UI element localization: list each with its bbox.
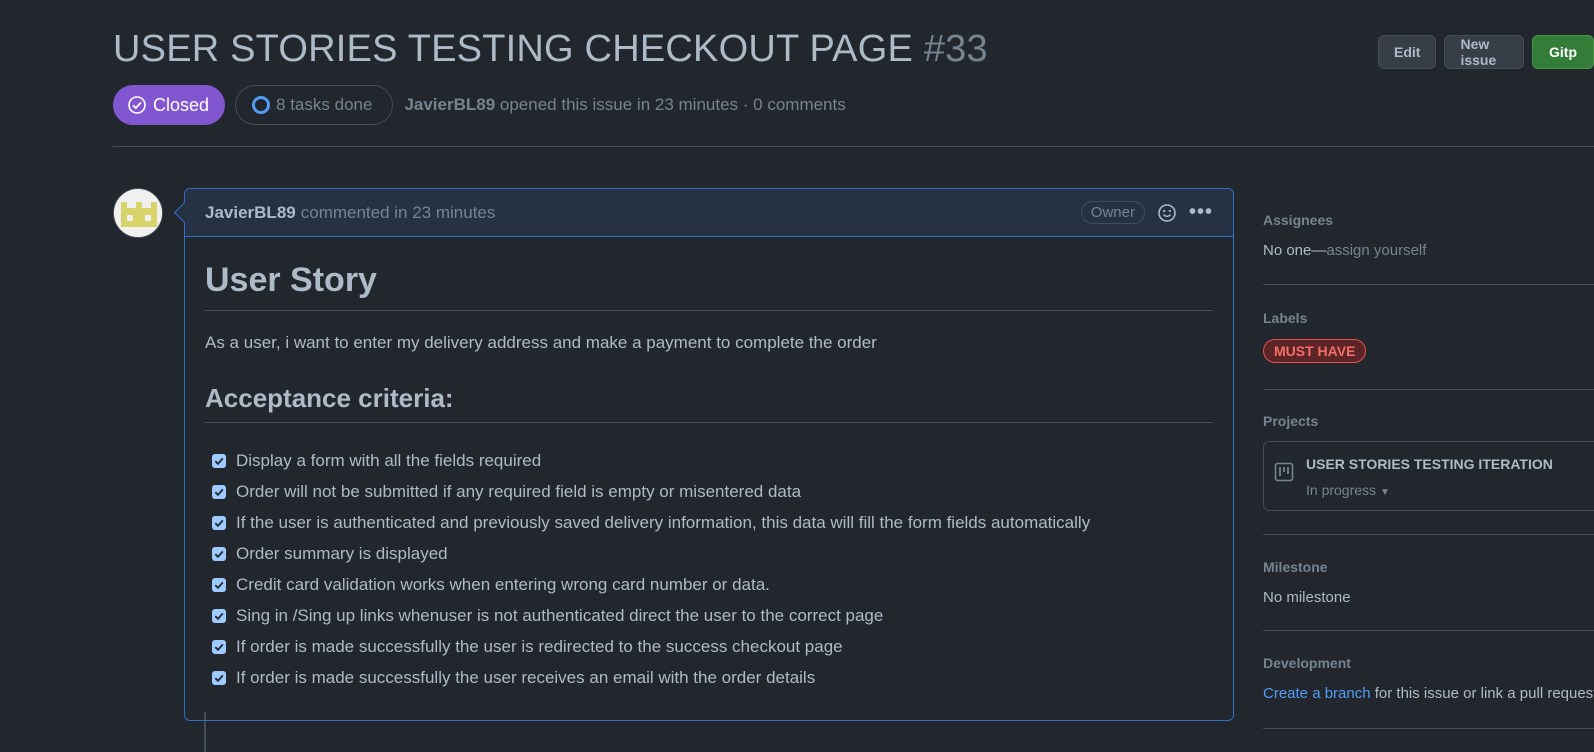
task-text: If the user is authenticated and previou… (236, 512, 1091, 532)
checkbox[interactable] (212, 546, 226, 561)
comment-author[interactable]: JavierBL89 (205, 203, 296, 223)
check-circle-icon (128, 96, 146, 114)
label-must-have[interactable]: MUST HAVE (1263, 339, 1367, 363)
task-item: If order is made successfully the user i… (212, 631, 1213, 662)
task-item: Order summary is displayed (212, 538, 1213, 569)
assignees-section: Assignees No one—assign yourself (1263, 198, 1594, 285)
check-icon (214, 643, 224, 651)
tasks-progress-label: 8 tasks done (276, 95, 373, 114)
task-item: Credit card validation works when enteri… (212, 569, 1213, 600)
task-text: Sing in /Sing up links whenuser is not a… (236, 605, 884, 625)
checkbox[interactable] (212, 670, 226, 685)
check-icon (214, 581, 224, 589)
comment-box: JavierBL89 commented in 23 minutes Owner… (173, 188, 1234, 721)
milestone-section: Milestone No milestone (1263, 535, 1594, 631)
create-branch-link[interactable]: Create a branch (1263, 685, 1371, 702)
checkbox[interactable] (212, 639, 226, 654)
labels-section: Labels MUST HAVE (1263, 285, 1594, 390)
task-item: If order is made successfully the user r… (212, 662, 1213, 693)
task-item: If the user is authenticated and previou… (212, 507, 1213, 538)
check-icon (214, 519, 224, 527)
checkbox[interactable] (212, 577, 226, 592)
project-status: In progress (1306, 482, 1377, 498)
task-text: If order is made successfully the user i… (236, 636, 843, 656)
comment-body: User Story As a user, i want to enter my… (185, 261, 1233, 693)
task-text: If order is made successfully the user r… (236, 667, 816, 687)
check-icon (214, 488, 224, 496)
issue-number: #33 (923, 28, 988, 70)
development-text: for this issue or link a pull request (1370, 685, 1594, 702)
task-text: Credit card validation works when enteri… (236, 574, 770, 594)
task-text: Order summary is displayed (236, 543, 448, 563)
project-board-icon (1274, 462, 1294, 482)
task-text: Order will not be submitted if any requi… (236, 481, 802, 501)
smiley-icon[interactable] (1157, 203, 1177, 223)
avatar[interactable] (113, 188, 163, 238)
story-heading: User Story (205, 261, 1213, 311)
development-label[interactable]: Development (1263, 631, 1594, 671)
kebab-menu-icon[interactable]: ••• (1189, 201, 1213, 224)
projects-section: Projects USER STORIES TESTING ITERATION … (1263, 390, 1594, 535)
caret-down-icon: ▼ (1379, 487, 1390, 498)
owner-badge: Owner (1080, 201, 1145, 224)
check-icon (214, 457, 224, 465)
story-text: As a user, i want to enter my delivery a… (205, 333, 877, 352)
assignees-value: No one—assign yourself (1263, 242, 1594, 259)
task-item: Display a form with all the fields requi… (212, 445, 1213, 476)
identicon-icon (114, 189, 162, 237)
checkbox[interactable] (212, 608, 226, 623)
project-name[interactable]: USER STORIES TESTING ITERATION (1306, 456, 1553, 472)
comment-header: JavierBL89 commented in 23 minutes Owner… (185, 189, 1233, 237)
criteria-heading: Acceptance criteria: (205, 383, 1213, 423)
task-list: Display a form with all the fields requi… (205, 445, 1213, 693)
sidebar: Assignees No one—assign yourself Labels … (1263, 198, 1594, 729)
labels-label[interactable]: Labels (1263, 285, 1594, 326)
opened-text: opened this issue in 23 minutes · 0 comm… (495, 95, 846, 114)
project-status-dropdown[interactable]: In progress ▼ (1306, 482, 1553, 498)
issue-title-text: USER STORIES TESTING CHECKOUT PAGE (113, 28, 914, 70)
checkbox[interactable] (212, 453, 226, 468)
progress-ring-icon (252, 96, 271, 114)
task-item: Order will not be submitted if any requi… (212, 476, 1213, 507)
comment-time: commented in 23 minutes (300, 202, 496, 222)
task-item: Sing in /Sing up links whenuser is not a… (212, 600, 1213, 631)
task-text: Display a form with all the fields requi… (236, 450, 542, 470)
checkbox[interactable] (212, 484, 226, 499)
author-link[interactable]: JavierBL89 (404, 95, 495, 114)
check-icon (214, 612, 224, 620)
project-card: USER STORIES TESTING ITERATION In progre… (1263, 441, 1594, 511)
check-icon (214, 550, 224, 558)
header-actions: Edit New issue Gitp (1378, 35, 1594, 69)
checkbox[interactable] (212, 515, 226, 530)
edit-button[interactable]: Edit (1378, 35, 1437, 69)
status-badge: Closed (113, 85, 226, 125)
assignees-label[interactable]: Assignees (1263, 198, 1594, 228)
no-assignee-text: No one— (1263, 242, 1327, 259)
gitpod-button[interactable]: Gitp (1532, 35, 1594, 69)
assign-yourself-link[interactable]: assign yourself (1326, 242, 1426, 259)
projects-label[interactable]: Projects (1263, 390, 1594, 429)
status-label: Closed (153, 94, 210, 115)
new-issue-button[interactable]: New issue (1444, 35, 1524, 69)
issue-title: USER STORIES TESTING CHECKOUT PAGE #33 (113, 28, 988, 71)
check-icon (214, 674, 224, 682)
tasks-progress[interactable]: 8 tasks done (235, 85, 394, 125)
development-section: Development Create a branch for this iss… (1263, 631, 1594, 729)
header-divider (113, 146, 1594, 147)
milestone-label[interactable]: Milestone (1263, 535, 1594, 575)
milestone-value: No milestone (1263, 589, 1351, 606)
development-value: Create a branch for this issue or link a… (1263, 685, 1594, 702)
issue-meta: Closed 8 tasks done JavierBL89 opened th… (113, 85, 846, 125)
opened-info: JavierBL89 opened this issue in 23 minut… (404, 95, 845, 115)
